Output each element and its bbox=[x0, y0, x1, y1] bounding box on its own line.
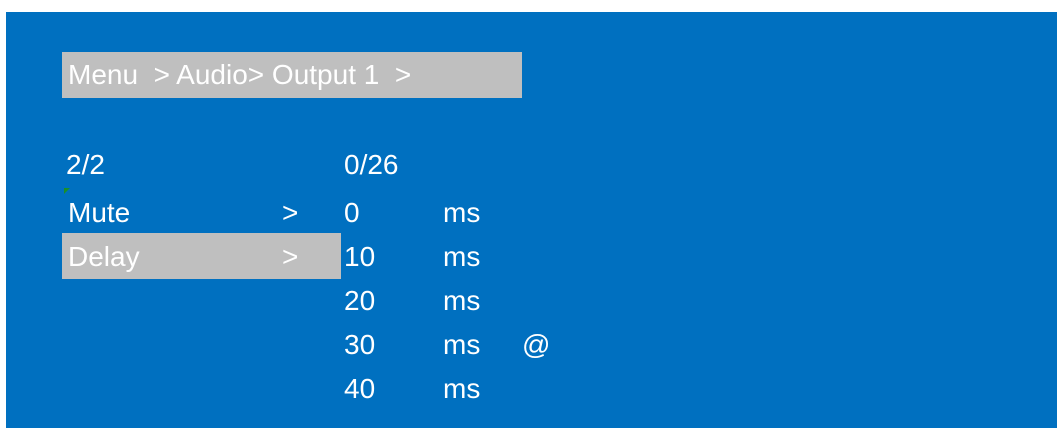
option-value[interactable]: 30 bbox=[344, 326, 375, 364]
option-value[interactable]: 0 bbox=[344, 194, 360, 232]
osd-menu-screen: Menu > Audio> Output 1 > 2/2 Mute > Dela… bbox=[6, 12, 1057, 428]
option-unit: ms bbox=[443, 373, 481, 404]
option-unit: ms bbox=[443, 197, 481, 228]
breadcrumb-text: Menu > Audio> Output 1 > bbox=[68, 59, 412, 90]
option-unit: ms bbox=[443, 241, 481, 272]
menu-item-mute-label[interactable]: Mute bbox=[68, 194, 130, 232]
breadcrumb: Menu > Audio> Output 1 > bbox=[62, 52, 522, 98]
option-value[interactable]: 40 bbox=[344, 370, 375, 408]
menu-item-delay-arrow[interactable]: > bbox=[282, 238, 298, 276]
option-unit: ms bbox=[443, 285, 481, 316]
page-indicator: 2/2 bbox=[66, 149, 105, 180]
option-unit: ms bbox=[443, 329, 481, 360]
option-value[interactable]: 10 bbox=[344, 238, 375, 276]
menu-item-delay-label[interactable]: Delay bbox=[68, 238, 140, 276]
option-value[interactable]: 20 bbox=[344, 282, 375, 320]
option-index-indicator: 0/26 bbox=[344, 149, 399, 180]
current-value-marker: @ bbox=[522, 329, 551, 360]
menu-item-mute-arrow[interactable]: > bbox=[282, 194, 298, 232]
